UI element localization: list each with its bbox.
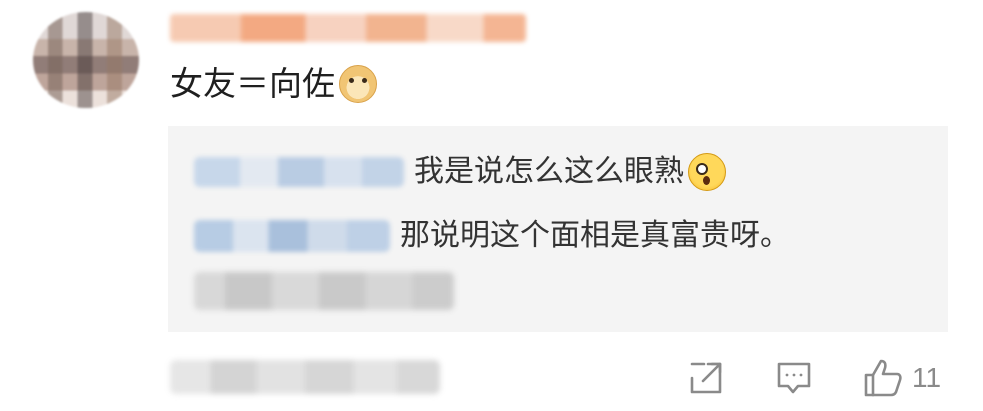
reply-item[interactable]: 那说明这个面相是真富贵呀。 xyxy=(194,216,790,256)
reply-username-blurred[interactable] xyxy=(194,220,390,252)
comment-text: 女友＝向佐 xyxy=(170,64,335,103)
share-button[interactable] xyxy=(686,356,726,400)
like-button[interactable]: 11 xyxy=(862,356,941,400)
reply-text: 我是说怎么这么眼熟 xyxy=(414,154,684,189)
action-bar: 11 xyxy=(0,356,983,400)
more-replies-link-blurred[interactable] xyxy=(194,272,454,310)
reply-item[interactable]: 我是说怎么这么眼熟 xyxy=(194,152,726,192)
comment-icon xyxy=(774,358,814,398)
shocked-face-icon xyxy=(688,153,726,191)
like-count: 11 xyxy=(912,362,942,393)
comment-body: 女友＝向佐 xyxy=(170,62,377,106)
reply-username-blurred[interactable] xyxy=(194,157,404,187)
comment-button[interactable] xyxy=(774,356,814,400)
username-blurred[interactable] xyxy=(170,14,526,42)
doge-icon xyxy=(339,65,377,103)
reply-text: 那说明这个面相是真富贵呀。 xyxy=(400,218,790,253)
share-icon xyxy=(686,358,726,398)
avatar[interactable] xyxy=(33,12,139,108)
thumbs-up-icon xyxy=(862,357,904,399)
